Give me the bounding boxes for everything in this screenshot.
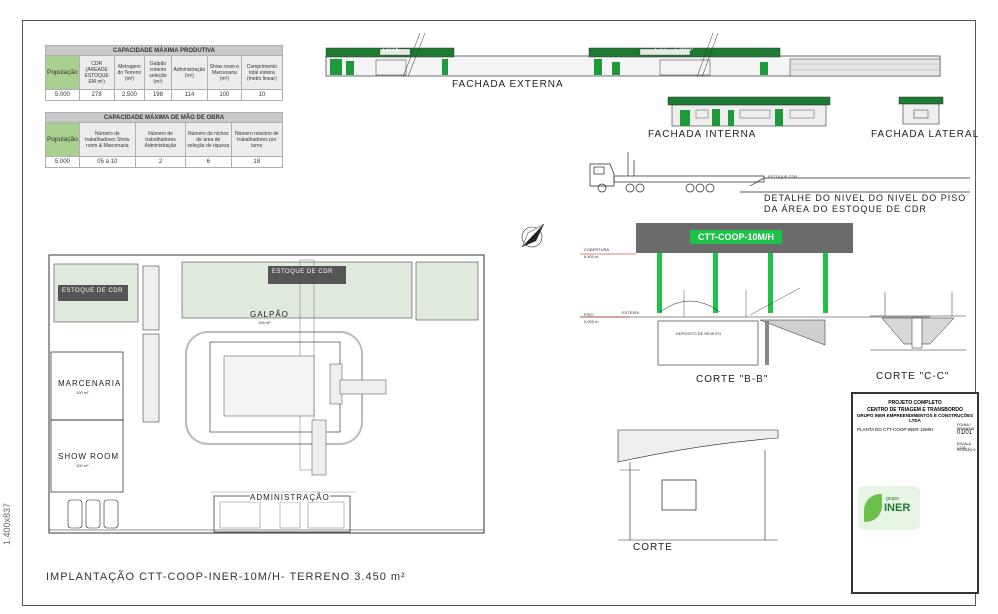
note-esteira: ESTEIRA [622,310,640,315]
project-line1: PROJETO COMPLETO [888,400,942,406]
facade-internal-label: FACHADA INTERNA [648,129,757,140]
cobertura-level: 6.400 m [584,254,599,259]
car-icon [85,499,101,529]
note-rejeito: DEPÓSITO DE REJEITO [676,331,722,336]
logo-caption: grupo [886,496,899,502]
section-cc-label: CORTE "C-C" [876,371,950,382]
sheet-number: 01/01 [957,430,973,436]
facade-external [325,32,941,78]
piso-label: PISO [584,312,594,317]
north-arrow-icon [521,223,545,248]
car-icon [67,499,83,529]
site-plan [48,254,485,534]
showroom-label: SHOW ROOM [58,452,119,461]
revision: REVISÃO 0 [957,448,976,452]
piso-level: 0.000 m [584,319,599,324]
loja-sign: LOJA [383,47,400,53]
section-plain-label: CORTE [633,542,673,553]
facade-lateral [898,96,944,125]
site-plan-title: IMPLANTAÇÃO CTT-COOP-INER-10M/H- TERRENO… [46,571,406,583]
drawing-canvas [48,32,975,541]
title-block: PROJETO COMPLETO CENTRO DE TRIAGEM E TRA… [851,392,979,594]
detail-title-line1: DETALHE DO NIVEL DO NIVEL DO PISO [764,193,967,203]
estoque-label: ESTOQUE DE CDR [272,269,333,275]
ctt-sign: CTT - COOP [655,47,694,53]
facade-lateral-label: FACHADA LATERAL [871,129,980,140]
estoque-label-left: ESTOQUE DE CDR [62,288,123,294]
car-icon [103,499,119,529]
logo-text: INER [884,502,911,514]
truck-icon [589,152,970,193]
marcenaria-label: MARCENARIA [58,379,122,388]
section-cc-drawing [870,292,966,351]
showroom-area: 100 m² [76,463,89,468]
marcenaria-area: 100 m² [76,390,89,395]
detail-title-line2: DA ÁREA DO ESTOQUE DE CDR [764,204,927,214]
drawing-name: PLANTA DO CTT-COOP-INER-10M/H [857,427,934,432]
galpao-label: GALPÃO [250,310,289,319]
facade-internal [667,96,831,127]
estoque-note: ESTOQUE CDR [768,174,798,179]
project-line3: GRUPO INER EMPREENDIMENTOS E CONSTRUÇÕES… [856,413,974,423]
galpao-area: 198 m² [258,320,271,325]
iner-logo-icon: INER grupo [858,486,920,530]
section-bb-drawing [580,223,930,366]
administracao-label: ADMINISTRAÇÃO [250,493,330,502]
cobertura-label: COBERTURA [584,247,610,252]
banner-text: CTT-COOP-10M/H [698,232,775,242]
section-plain-drawing [617,429,779,541]
facade-external-label: FACHADA EXTERNA [452,79,564,90]
section-bb-label: CORTE "B-B" [696,374,769,385]
